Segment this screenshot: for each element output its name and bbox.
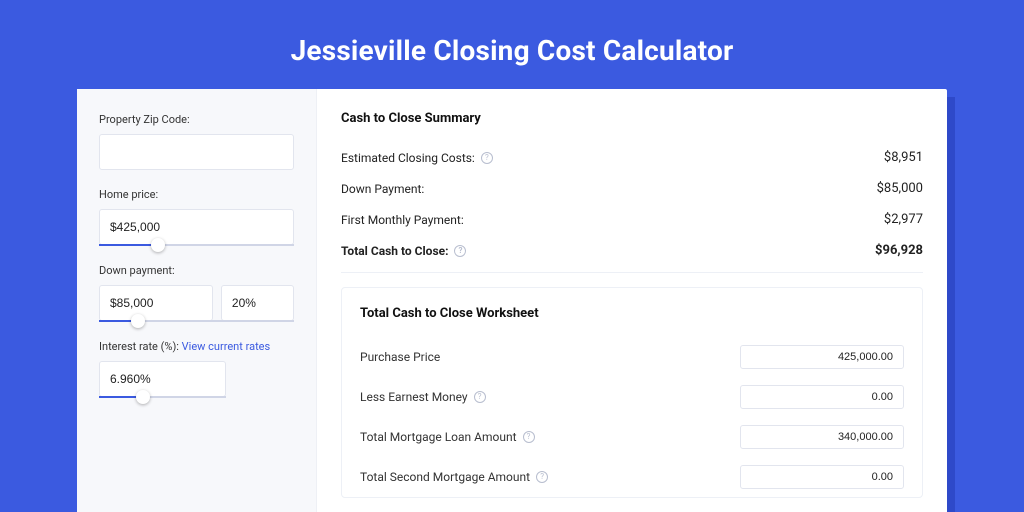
home-price-slider[interactable] <box>99 244 294 246</box>
summary-label: Down Payment: <box>341 182 424 196</box>
summary-label-text: Total Cash to Close: <box>341 244 448 258</box>
wk-input-mortgage-loan[interactable] <box>740 425 904 449</box>
summary-label-text: First Monthly Payment: <box>341 213 464 227</box>
down-payment-pct-input[interactable] <box>221 285 294 321</box>
summary-value: $96,928 <box>875 243 923 258</box>
worksheet-row-earnest: Less Earnest Money ? <box>360 377 904 417</box>
wk-label-text: Less Earnest Money <box>360 390 468 404</box>
summary-label: Total Cash to Close: ? <box>341 244 466 258</box>
summary-title: Cash to Close Summary <box>341 111 923 126</box>
wk-input-purchase-price[interactable] <box>740 345 904 369</box>
help-icon[interactable]: ? <box>474 391 486 403</box>
home-price-input[interactable] <box>99 209 294 245</box>
summary-row-total: Total Cash to Close: ? $96,928 <box>341 235 923 266</box>
summary-value: $2,977 <box>884 212 923 227</box>
down-payment-input[interactable] <box>99 285 213 321</box>
wk-label-text: Total Mortgage Loan Amount <box>360 430 517 444</box>
interest-label-text: Interest rate (%): <box>99 340 179 353</box>
zip-field: Property Zip Code: <box>99 113 294 170</box>
home-price-slider-fill <box>99 244 158 246</box>
home-price-field: Home price: <box>99 188 294 246</box>
wk-input-second-mortgage[interactable] <box>740 465 904 489</box>
down-payment-slider[interactable] <box>99 320 294 322</box>
interest-slider-thumb[interactable] <box>136 390 150 404</box>
summary-row-first-monthly: First Monthly Payment: $2,977 <box>341 204 923 235</box>
home-price-label: Home price: <box>99 188 294 201</box>
interest-input[interactable] <box>99 361 226 397</box>
interest-label: Interest rate (%): View current rates <box>99 340 294 353</box>
summary-label: First Monthly Payment: <box>341 213 464 227</box>
worksheet-row-purchase-price: Purchase Price <box>360 337 904 377</box>
zip-label: Property Zip Code: <box>99 113 294 126</box>
zip-input[interactable] <box>99 134 294 170</box>
summary-row-closing-costs: Estimated Closing Costs: ? $8,951 <box>341 142 923 173</box>
wk-label: Less Earnest Money ? <box>360 390 486 404</box>
view-rates-link[interactable]: View current rates <box>182 340 271 353</box>
page-title: Jessieville Closing Cost Calculator <box>0 0 1024 89</box>
interest-slider[interactable] <box>99 396 226 398</box>
worksheet-card: Total Cash to Close Worksheet Purchase P… <box>341 287 923 498</box>
wk-label: Total Second Mortgage Amount ? <box>360 470 548 484</box>
inputs-panel: Property Zip Code: Home price: Down paym… <box>77 89 317 512</box>
summary-value: $85,000 <box>877 181 923 196</box>
wk-label-text: Purchase Price <box>360 350 440 364</box>
help-icon[interactable]: ? <box>536 471 548 483</box>
worksheet-title: Total Cash to Close Worksheet <box>360 306 904 321</box>
wk-input-earnest[interactable] <box>740 385 904 409</box>
down-payment-label: Down payment: <box>99 264 294 277</box>
summary-label: Estimated Closing Costs: ? <box>341 151 493 165</box>
down-payment-slider-thumb[interactable] <box>131 314 145 328</box>
divider <box>341 272 923 273</box>
help-icon[interactable]: ? <box>454 245 466 257</box>
summary-label-text: Down Payment: <box>341 182 424 196</box>
wk-label-text: Total Second Mortgage Amount <box>360 470 530 484</box>
worksheet-row-second-mortgage: Total Second Mortgage Amount ? <box>360 457 904 497</box>
summary-label-text: Estimated Closing Costs: <box>341 151 475 165</box>
interest-field: Interest rate (%): View current rates <box>99 340 294 398</box>
calculator-card: Property Zip Code: Home price: Down paym… <box>77 89 947 512</box>
summary-row-down-payment: Down Payment: $85,000 <box>341 173 923 204</box>
help-icon[interactable]: ? <box>523 431 535 443</box>
summary-value: $8,951 <box>884 150 923 165</box>
down-payment-field: Down payment: <box>99 264 294 322</box>
wk-label: Total Mortgage Loan Amount ? <box>360 430 535 444</box>
wk-label: Purchase Price <box>360 350 440 364</box>
worksheet-row-mortgage-loan: Total Mortgage Loan Amount ? <box>360 417 904 457</box>
calculator-card-wrap: Property Zip Code: Home price: Down paym… <box>77 89 947 512</box>
home-price-slider-thumb[interactable] <box>151 238 165 252</box>
results-panel: Cash to Close Summary Estimated Closing … <box>317 89 947 512</box>
help-icon[interactable]: ? <box>481 152 493 164</box>
